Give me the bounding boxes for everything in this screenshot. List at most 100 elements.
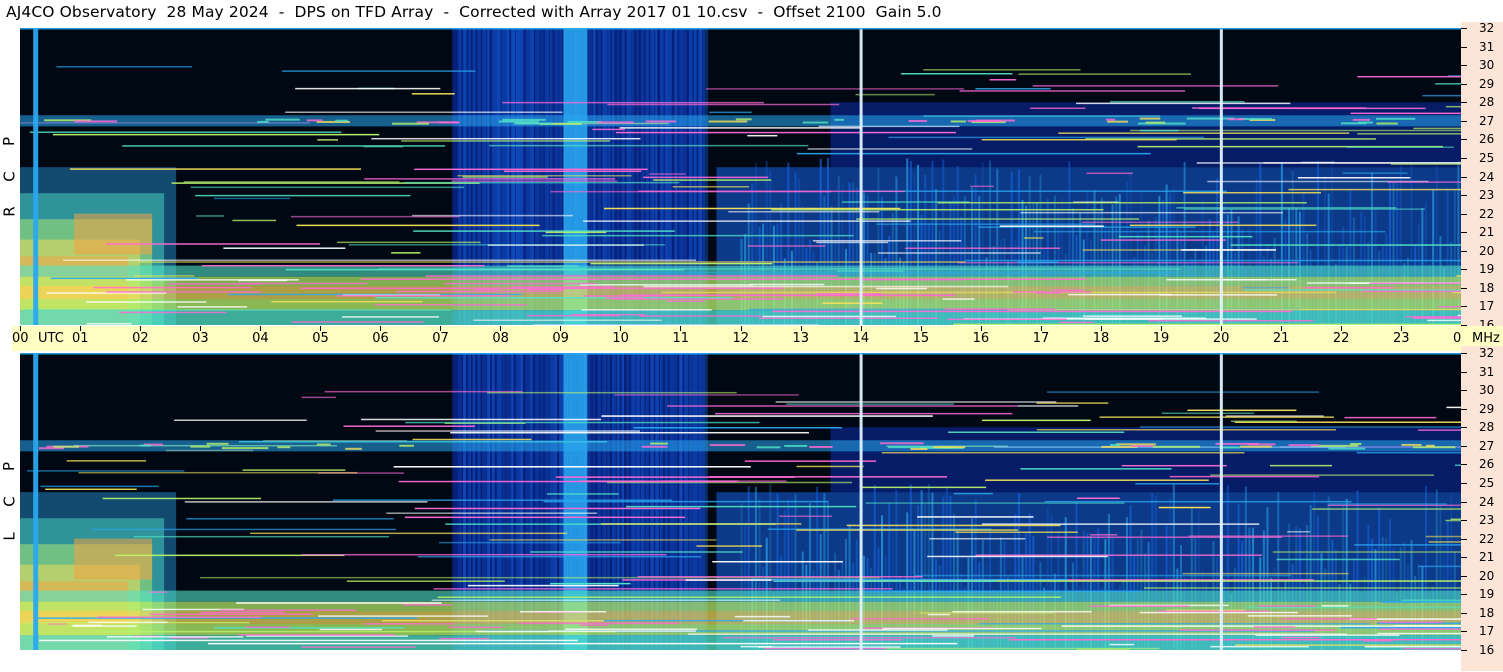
interference-line bbox=[195, 194, 411, 197]
interference-line bbox=[638, 190, 905, 193]
interference-line bbox=[391, 252, 421, 254]
interference-line bbox=[1089, 605, 1190, 607]
interference-line bbox=[439, 541, 621, 544]
interference-line bbox=[667, 300, 705, 302]
interference-line bbox=[601, 523, 802, 525]
freq-tick bbox=[1461, 139, 1467, 141]
band-27mhz-detail bbox=[1375, 117, 1416, 120]
interference-line bbox=[1327, 504, 1461, 507]
interference-line bbox=[846, 524, 1061, 527]
band-27mhz-detail bbox=[756, 446, 781, 449]
time-tick-label: 05 bbox=[312, 331, 329, 346]
interference-line bbox=[56, 66, 193, 68]
freq-tick bbox=[1461, 427, 1467, 429]
interference-line bbox=[1017, 405, 1079, 407]
interference-line bbox=[1450, 518, 1461, 521]
band-27mhz-detail bbox=[784, 444, 808, 447]
interference-line bbox=[425, 275, 839, 277]
freq-tick bbox=[1461, 306, 1467, 308]
interference-line bbox=[1169, 475, 1320, 478]
interference-line bbox=[816, 241, 889, 244]
interference-line bbox=[1076, 102, 1291, 105]
interference-line bbox=[822, 302, 883, 304]
interference-line bbox=[72, 624, 103, 627]
band-27mhz-detail bbox=[1116, 443, 1156, 446]
rcp-label: P C R bbox=[0, 28, 20, 325]
interference-line bbox=[296, 224, 540, 227]
freq-tick bbox=[1461, 269, 1467, 271]
interference-line bbox=[546, 493, 619, 495]
interference-line bbox=[812, 240, 962, 242]
freq-tick bbox=[1461, 102, 1467, 104]
interference-line bbox=[932, 635, 975, 637]
band-27mhz-detail bbox=[306, 119, 323, 122]
interference-line bbox=[190, 186, 464, 189]
interference-line bbox=[97, 616, 262, 618]
band-27mhz-detail bbox=[399, 444, 415, 447]
rcp-frequency-axis: 32 31 30 29 28 27 26 25 24 23 22 21 20 19 18 17 16 bbox=[1461, 22, 1503, 347]
band-27mhz-detail bbox=[834, 118, 844, 121]
interference-line bbox=[1059, 321, 1094, 324]
interference-line bbox=[601, 415, 933, 417]
freq-tick-label: 16 bbox=[1479, 643, 1495, 657]
interference-line bbox=[149, 591, 168, 593]
band-27mhz-detail bbox=[596, 121, 634, 124]
interference-line bbox=[52, 133, 380, 136]
interference-line bbox=[762, 315, 897, 318]
interference-line bbox=[1301, 161, 1336, 164]
freq-tick-label: 30 bbox=[1479, 383, 1495, 398]
interference-line bbox=[775, 401, 1057, 403]
interference-line bbox=[722, 636, 1016, 639]
interference-line bbox=[364, 623, 455, 625]
interference-line bbox=[715, 412, 1013, 415]
interference-line bbox=[888, 136, 1205, 139]
interference-line bbox=[564, 628, 697, 630]
freq-tick bbox=[1461, 83, 1467, 85]
interference-line bbox=[431, 599, 781, 602]
time-marker-line bbox=[859, 28, 863, 325]
interference-line bbox=[1438, 306, 1461, 308]
interference-line bbox=[404, 516, 686, 519]
interference-line bbox=[1017, 261, 1058, 264]
interference-line bbox=[450, 431, 809, 434]
utc-label: UTC bbox=[38, 331, 64, 346]
interference-line bbox=[1247, 615, 1353, 617]
interference-line bbox=[796, 465, 864, 468]
interference-line bbox=[1242, 286, 1289, 289]
interference-line bbox=[1246, 606, 1461, 609]
interference-line bbox=[807, 148, 973, 150]
interference-line bbox=[728, 210, 880, 213]
interference-line bbox=[1354, 544, 1461, 546]
interference-line bbox=[1272, 551, 1461, 553]
interference-line bbox=[1255, 634, 1400, 636]
time-tick-label: 23 bbox=[1392, 331, 1410, 346]
interference-line bbox=[1269, 464, 1333, 467]
interference-line bbox=[1230, 244, 1461, 246]
interference-line bbox=[915, 574, 1292, 577]
interference-line bbox=[696, 545, 763, 547]
interference-line bbox=[444, 282, 596, 285]
freq-tick-label: 26 bbox=[1479, 457, 1495, 472]
interference-line bbox=[1161, 412, 1254, 414]
freq-tick bbox=[1461, 501, 1467, 503]
interference-line bbox=[301, 553, 667, 556]
interference-line bbox=[637, 576, 923, 578]
interference-line bbox=[1231, 420, 1297, 422]
interference-line bbox=[1219, 279, 1267, 281]
interference-line bbox=[614, 394, 799, 396]
interference-line bbox=[1297, 177, 1411, 179]
interference-line bbox=[1147, 319, 1314, 322]
interference-line bbox=[343, 425, 476, 427]
time-tick-label: 06 bbox=[372, 331, 389, 346]
interference-line bbox=[1210, 645, 1309, 648]
band-27mhz-detail bbox=[1328, 447, 1366, 450]
interference-line bbox=[751, 578, 1068, 581]
interference-line bbox=[1033, 230, 1386, 233]
freq-tick-label: 32 bbox=[1479, 346, 1495, 360]
band-27mhz-detail bbox=[1350, 443, 1362, 446]
interference-line bbox=[1356, 451, 1461, 454]
interference-line bbox=[1047, 391, 1319, 393]
interference-line bbox=[214, 197, 291, 200]
freq-tick bbox=[1461, 157, 1467, 159]
interference-line bbox=[341, 316, 439, 318]
